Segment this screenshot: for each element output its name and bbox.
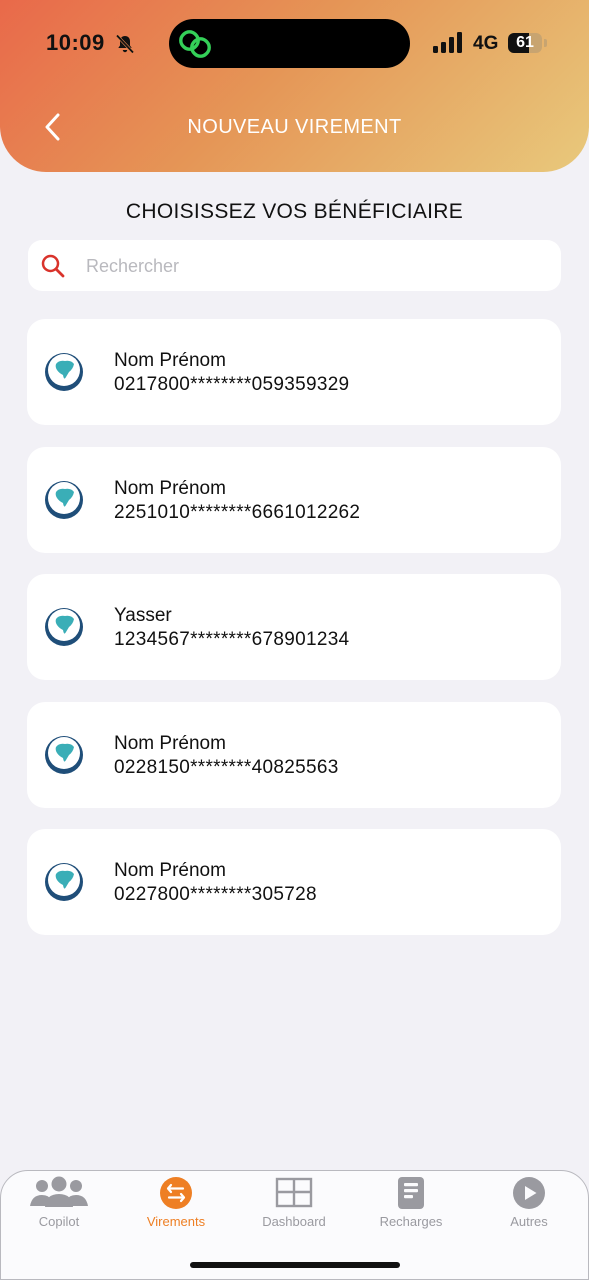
people-icon (30, 1176, 88, 1207)
beneficiary-card[interactable]: Nom Prénom 0227800********305728 (27, 829, 561, 935)
status-time: 10:09 (46, 30, 105, 55)
tab-recharges[interactable]: Recharges (356, 1176, 466, 1246)
bank-logo-icon (45, 481, 83, 519)
beneficiary-account: 2251010********6661012262 (114, 502, 361, 523)
bank-logo-icon (45, 353, 83, 391)
beneficiary-card[interactable]: Nom Prénom 2251010********6661012262 (27, 447, 561, 553)
search-input[interactable] (84, 240, 548, 293)
tab-virements[interactable]: Virements (121, 1176, 231, 1246)
bank-logo-icon (45, 736, 83, 774)
battery-percent: 61 (516, 34, 534, 51)
link-icon (179, 30, 211, 58)
search-bar[interactable] (28, 240, 561, 293)
tab-dashboard[interactable]: Dashboard (239, 1176, 349, 1246)
page-title: NOUVEAU VIREMENT (187, 116, 402, 138)
bank-logo-icon (45, 608, 83, 646)
battery-icon: 61 (508, 33, 542, 53)
battery-cap (544, 39, 547, 47)
network-type: 4G (473, 33, 499, 54)
tab-label: Autres (510, 1214, 548, 1229)
section-title: CHOISISSEZ VOS BÉNÉFICIAIRE (125, 200, 464, 223)
tab-label: Copilot (38, 1214, 80, 1229)
play-icon (513, 1177, 545, 1209)
beneficiary-account: 1234567********678901234 (114, 629, 350, 650)
transfer-icon (160, 1177, 192, 1209)
tab-label: Virements (146, 1214, 206, 1229)
beneficiary-account: 0228150********40825563 (114, 757, 339, 778)
tab-label: Dashboard (262, 1214, 326, 1229)
beneficiary-name: Nom Prénom (114, 733, 226, 754)
beneficiary-card[interactable]: Nom Prénom 0217800********059359329 (27, 319, 561, 425)
beneficiary-card[interactable]: Yasser 1234567********678901234 (27, 574, 561, 680)
home-indicator[interactable] (190, 1262, 400, 1268)
beneficiary-card[interactable]: Nom Prénom 0228150********40825563 (27, 702, 561, 808)
beneficiary-account: 0217800********059359329 (114, 374, 350, 395)
tab-label: Recharges (379, 1214, 443, 1229)
bank-logo-icon (45, 863, 83, 901)
bell-muted-icon (115, 34, 135, 54)
document-icon (398, 1177, 424, 1209)
beneficiary-name: Yasser (114, 605, 172, 626)
tab-copilot[interactable]: Copilot (4, 1176, 114, 1246)
tab-autres[interactable]: Autres (474, 1176, 584, 1246)
search-icon (41, 254, 65, 278)
dashboard-icon (275, 1177, 313, 1208)
beneficiary-name: Nom Prénom (114, 350, 226, 371)
beneficiary-name: Nom Prénom (114, 860, 226, 881)
beneficiary-name: Nom Prénom (114, 478, 226, 499)
beneficiary-account: 0227800********305728 (114, 884, 317, 905)
signal-icon (433, 32, 462, 53)
